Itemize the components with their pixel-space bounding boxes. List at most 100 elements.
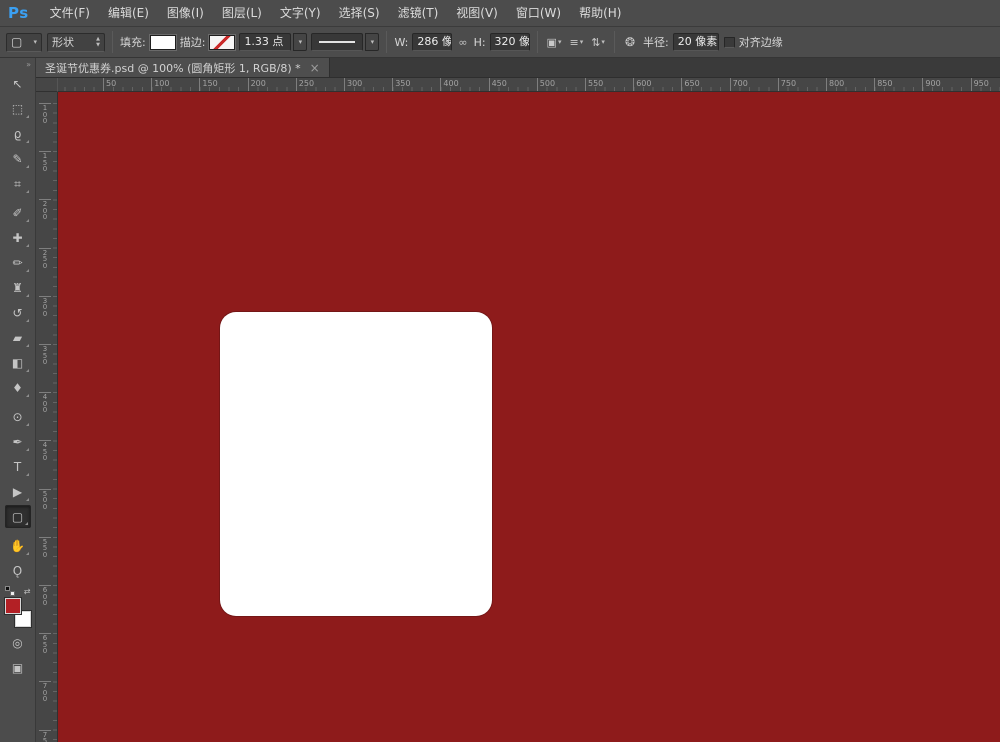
gradient-tool-icon: ◧ xyxy=(12,357,23,369)
path-selection-tool[interactable]: ▶ xyxy=(5,480,31,503)
stroke-width-dropdown[interactable]: ▾ xyxy=(293,33,307,51)
healing-brush-tool[interactable]: ✚ xyxy=(5,226,31,249)
shape-rounded-rectangle[interactable] xyxy=(220,312,492,616)
menu-bar: Ps 文件(F)编辑(E)图像(I)图层(L)文字(Y)选择(S)滤镜(T)视图… xyxy=(0,0,1000,27)
dodge-tool-icon: ⊙ xyxy=(12,411,22,423)
h-ruler-label: 900 xyxy=(922,78,940,91)
menu-item-3[interactable]: 图像(I) xyxy=(158,0,213,26)
radius-input[interactable]: 20 像素 xyxy=(673,33,719,51)
blur-tool-icon: ♦ xyxy=(12,382,23,394)
stroke-style-picker[interactable] xyxy=(311,33,363,51)
ruler-corner xyxy=(36,78,58,92)
menu-item-8[interactable]: 视图(V) xyxy=(447,0,507,26)
dock-collapse-button[interactable]: » xyxy=(0,58,35,71)
flyout-triangle-icon xyxy=(26,369,29,372)
zoom-tool[interactable]: Ǫ xyxy=(5,559,31,582)
history-brush-tool[interactable]: ↺ xyxy=(5,301,31,324)
crop-tool[interactable]: ⌗ xyxy=(5,172,31,195)
flyout-triangle-icon xyxy=(26,244,29,247)
move-tool[interactable]: ↖ xyxy=(5,72,31,95)
link-dimensions-icon[interactable]: ∞ xyxy=(456,36,469,49)
tool-strip: ↖ ⬚ ϱ ✎ ⌗ ✐✚ ✏ ♜ ↺ ▰ ◧ ♦ ⊙ ✒ T ▶ ▢ ✋Ǫ xyxy=(5,71,31,583)
flyout-triangle-icon xyxy=(26,423,29,426)
foreground-color-swatch[interactable] xyxy=(5,598,21,614)
document-tab[interactable]: 圣诞节优惠券.psd @ 100% (圆角矩形 1, RGB/8) * × xyxy=(36,58,330,77)
stroke-label: 描边: xyxy=(180,34,206,50)
canvas[interactable] xyxy=(58,92,1000,742)
screen-mode-button[interactable]: ▣ xyxy=(5,656,31,679)
fill-swatch[interactable] xyxy=(150,35,176,50)
chevron-down-icon: ▾ xyxy=(580,39,584,46)
menu-item-6[interactable]: 选择(S) xyxy=(330,0,389,26)
path-operations-button[interactable]: ▣ ▾ xyxy=(545,36,564,49)
brush-tool[interactable]: ✏ xyxy=(5,251,31,274)
geometry-options-button[interactable]: ❂ xyxy=(622,34,638,50)
quick-selection-tool-icon: ✎ xyxy=(12,153,22,165)
crop-tool-icon: ⌗ xyxy=(14,178,21,190)
flyout-triangle-icon xyxy=(26,394,29,397)
type-tool-icon: T xyxy=(14,461,21,473)
tool-preset-picker[interactable]: ▢ ▾ xyxy=(6,33,42,52)
color-swatches xyxy=(4,598,32,627)
default-colors-button[interactable] xyxy=(5,586,15,596)
path-alignment-button[interactable]: ≡ ▾ xyxy=(567,36,585,49)
tool-mode-select[interactable]: 形状 ▲▼ xyxy=(47,33,105,52)
menu-item-7[interactable]: 滤镜(T) xyxy=(389,0,448,26)
lasso-tool[interactable]: ϱ xyxy=(5,122,31,145)
rounded-rectangle-tool[interactable]: ▢ xyxy=(5,505,31,528)
stroke-swatch[interactable] xyxy=(209,35,235,50)
menu-item-10[interactable]: 帮助(H) xyxy=(570,0,630,26)
h-ruler-label: 150 xyxy=(199,78,217,91)
v-ruler-label: 3 5 0 xyxy=(39,344,51,366)
v-ruler-label: 7 0 0 xyxy=(39,681,51,703)
menu-item-9[interactable]: 窗口(W) xyxy=(507,0,570,26)
brush-tool-icon: ✏ xyxy=(12,257,22,269)
eraser-tool[interactable]: ▰ xyxy=(5,326,31,349)
gradient-tool[interactable]: ◧ xyxy=(5,351,31,374)
path-arrangement-button[interactable]: ⇅ ▾ xyxy=(589,36,607,49)
h-ruler-label: 200 xyxy=(248,78,266,91)
close-icon[interactable]: × xyxy=(310,62,320,74)
options-bar: ▢ ▾ 形状 ▲▼ 填充: 描边: 1.33 点 ▾ ▾ W: 286 像素 ∞… xyxy=(0,27,1000,58)
h-ruler-label: 350 xyxy=(392,78,410,91)
clone-stamp-tool[interactable]: ♜ xyxy=(5,276,31,299)
pen-tool[interactable]: ✒ xyxy=(5,430,31,453)
separator xyxy=(537,31,538,53)
v-ruler-label: 5 0 0 xyxy=(39,489,51,511)
quick-selection-tool[interactable]: ✎ xyxy=(5,147,31,170)
v-ruler-label: 3 0 0 xyxy=(39,296,51,318)
dodge-tool[interactable]: ⊙ xyxy=(5,405,31,428)
stroke-width-input[interactable]: 1.33 点 xyxy=(239,33,291,51)
eyedropper-tool[interactable]: ✐ xyxy=(5,201,31,224)
quick-mask-button[interactable]: ◎ xyxy=(5,631,31,654)
hand-tool[interactable]: ✋ xyxy=(5,534,31,557)
swap-colors-button[interactable]: ⇄ xyxy=(24,587,31,596)
v-ruler-label: 2 5 0 xyxy=(39,248,51,270)
v-ruler-label: 4 5 0 xyxy=(39,440,51,462)
v-ruler-label: 4 0 0 xyxy=(39,392,51,414)
v-ruler-label: 1 0 0 xyxy=(39,103,51,125)
flyout-triangle-icon xyxy=(26,140,29,143)
marquee-tool[interactable]: ⬚ xyxy=(5,97,31,120)
height-input[interactable]: 320 像素 xyxy=(490,33,530,51)
menu-item-1[interactable]: 文件(F) xyxy=(41,0,99,26)
rounded-rectangle-tool-icon: ▢ xyxy=(12,511,23,523)
width-input[interactable]: 286 像素 xyxy=(412,33,452,51)
radius-label: 半径: xyxy=(643,34,669,50)
blur-tool[interactable]: ♦ xyxy=(5,376,31,399)
swatch-mini-row: ⇄ xyxy=(5,586,31,596)
align-edges-label: 对齐边缘 xyxy=(739,34,783,50)
menu-item-4[interactable]: 图层(L) xyxy=(213,0,271,26)
ruler-horizontal[interactable]: 5010015020025030035040045050055060065070… xyxy=(36,78,1000,92)
document-tab-title: 圣诞节优惠券.psd @ 100% (圆角矩形 1, RGB/8) * xyxy=(45,60,301,76)
stroke-style-dropdown[interactable]: ▾ xyxy=(365,33,379,51)
history-brush-tool-icon: ↺ xyxy=(12,307,22,319)
ruler-vertical[interactable]: 1 0 01 5 02 0 02 5 03 0 03 5 04 0 04 5 0… xyxy=(36,92,58,742)
h-ruler-label: 300 xyxy=(344,78,362,91)
menu-item-5[interactable]: 文字(Y) xyxy=(271,0,330,26)
menu-item-2[interactable]: 编辑(E) xyxy=(99,0,158,26)
type-tool[interactable]: T xyxy=(5,455,31,478)
document-tab-bar: 圣诞节优惠券.psd @ 100% (圆角矩形 1, RGB/8) * × xyxy=(36,58,1000,78)
align-edges-checkbox[interactable] xyxy=(724,37,735,48)
marquee-tool-icon: ⬚ xyxy=(12,103,23,115)
